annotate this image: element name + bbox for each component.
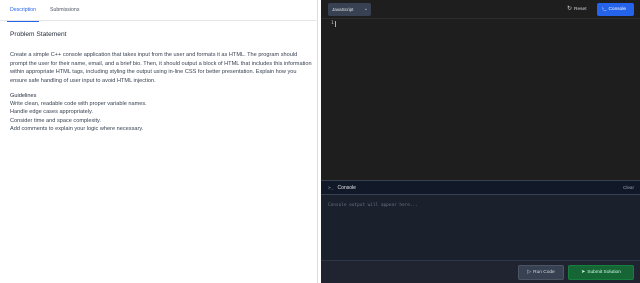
play-icon: ▷ <box>527 269 532 275</box>
guideline-item: Consider time and space complexity. <box>10 117 101 124</box>
console-panel: >_ Console Clear Console output will appe… <box>321 180 640 260</box>
editor-toolbar: JavaScript ⌄ ↻ Reset ›_ Console <box>321 0 640 19</box>
clear-button[interactable]: Clear <box>623 181 634 195</box>
terminal-icon: >_ <box>328 186 334 191</box>
console-header: >_ Console Clear <box>321 181 640 195</box>
reset-button[interactable]: ↻ Reset <box>567 3 593 16</box>
terminal-icon: ›_ <box>602 6 607 12</box>
guideline-item: Write clean, readable code with proper v… <box>10 101 147 107</box>
send-icon: ➤ <box>581 269 586 275</box>
guideline-item: Handle edge cases appropriately. <box>10 109 93 116</box>
guidelines-heading: Guidelines <box>10 93 37 99</box>
console-title-label: Console <box>337 185 356 191</box>
problem-tabs: Description Submissions <box>0 0 318 22</box>
language-select-value: JavaScript <box>332 7 354 12</box>
reset-label: Reset <box>574 7 587 12</box>
action-footer: ▷ Run Code ➤ Submit Solution <box>321 260 640 283</box>
reset-icon: ↻ <box>567 6 573 12</box>
console-title: >_ Console <box>328 181 356 196</box>
guideline-item: Add comments to explain your logic where… <box>10 126 144 133</box>
run-code-label: Run Code <box>533 270 555 275</box>
run-code-button[interactable]: ▷ Run Code <box>518 265 564 280</box>
text-cursor <box>335 21 336 27</box>
console-toggle-label: Console <box>608 7 627 12</box>
tab-description[interactable]: Description <box>7 0 39 22</box>
line-number: 1 <box>331 21 334 26</box>
language-select[interactable]: JavaScript ⌄ <box>328 3 371 16</box>
code-panel: JavaScript ⌄ ↻ Reset ›_ Console 1 >_ Consol… <box>321 0 640 283</box>
chevron-down-icon: ⌄ <box>363 6 368 12</box>
console-toggle-button[interactable]: ›_ Console <box>597 3 634 16</box>
problem-panel: Description Submissions Problem Statemen… <box>0 0 318 283</box>
submit-solution-button[interactable]: ➤ Submit Solution <box>568 265 634 280</box>
tab-submissions[interactable]: Submissions <box>50 0 79 21</box>
console-output: Console output will appear here... <box>328 203 418 208</box>
problem-statement: Create a simple C++ console application … <box>10 52 312 84</box>
problem-content: Problem Statement Create a simple C++ co… <box>10 30 312 134</box>
code-editor[interactable]: 1 <box>321 19 640 180</box>
guidelines-list: Write clean, readable code with proper v… <box>10 100 312 134</box>
submit-solution-label: Submit Solution <box>587 270 621 275</box>
problem-heading: Problem Statement <box>10 31 67 38</box>
